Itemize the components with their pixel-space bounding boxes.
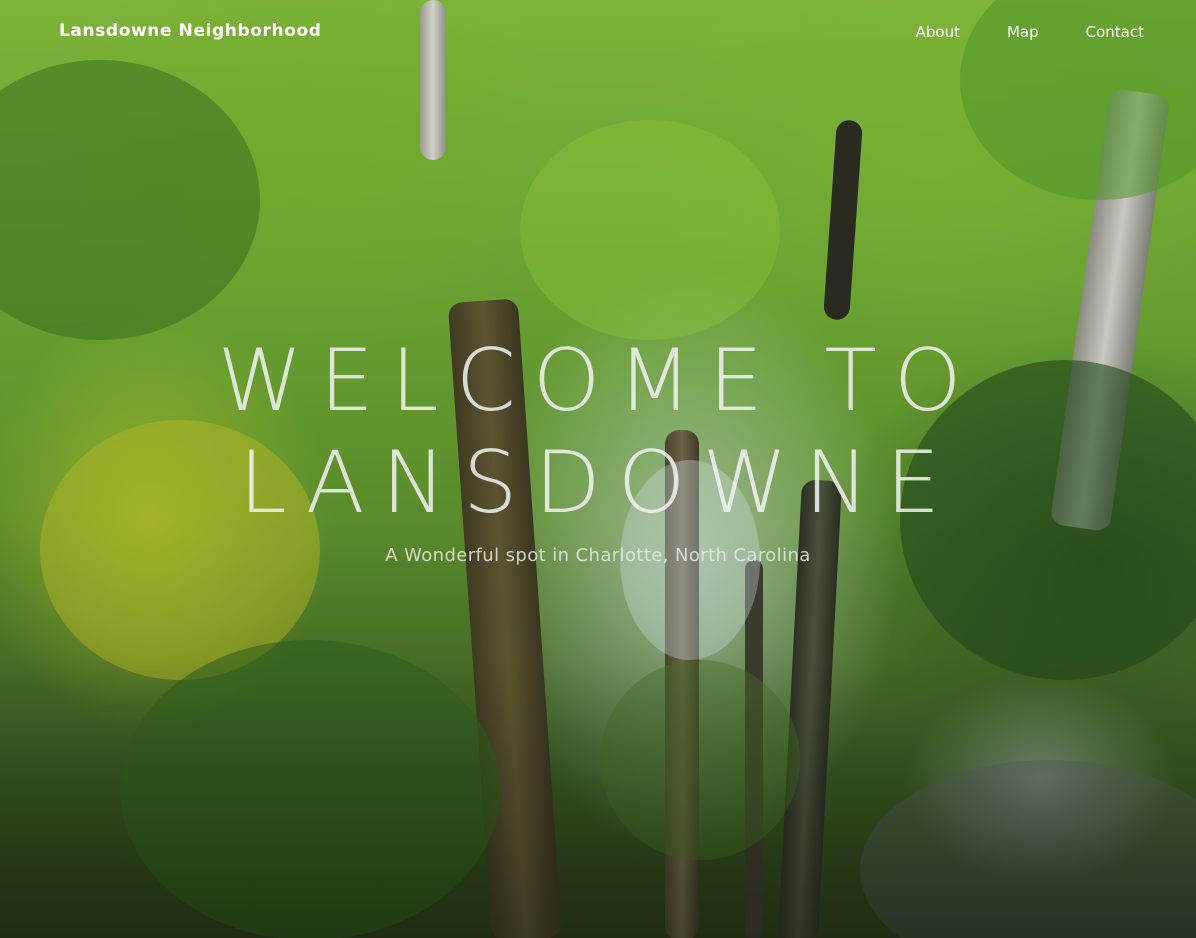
top-navigation: Lansdowne Neighborhood About Map Contact <box>0 0 1196 64</box>
brand-link[interactable]: Lansdowne Neighborhood <box>59 21 322 41</box>
hero-title-line-1: WELCOME TO <box>217 331 979 431</box>
nav-link-map[interactable]: Map <box>1007 23 1039 41</box>
nav-link-contact[interactable]: Contact <box>1086 23 1144 41</box>
hero-title-line-2: LANSDOWNE <box>238 433 958 533</box>
nav-links: About Map Contact <box>916 23 1144 41</box>
nav-link-about[interactable]: About <box>916 23 960 41</box>
hero-section: Lansdowne Neighborhood About Map Contact… <box>0 0 1196 938</box>
hero-title: WELCOME TO LANSDOWNE <box>0 330 1196 534</box>
hero-subtitle: A Wonderful spot in Charlotte, North Car… <box>385 545 811 566</box>
